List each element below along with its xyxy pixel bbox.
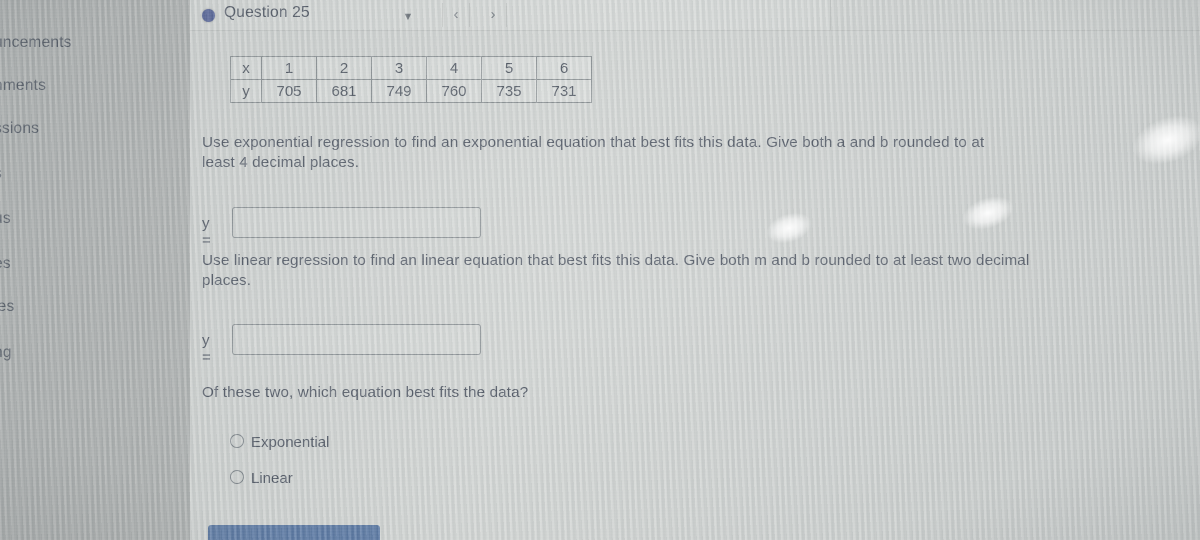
table-cell-y: 760 <box>426 79 482 103</box>
sidebar-item-syllabus[interactable]: us <box>0 210 11 228</box>
radio-circle-icon[interactable] <box>230 470 244 484</box>
previous-question-icon[interactable]: ‹ <box>442 3 470 27</box>
radio-option-linear[interactable]: Linear <box>230 470 293 487</box>
linear-answer-input[interactable] <box>232 324 481 355</box>
sidebar-item-announcements[interactable]: uncements <box>0 34 72 52</box>
radio-circle-icon[interactable] <box>230 434 244 448</box>
sidebar-item-discussions[interactable]: ssions <box>0 120 39 138</box>
sidebar-item-label: uncements <box>0 34 72 51</box>
course-sidebar: uncements nments ssions s us es les ng <box>0 0 190 540</box>
sidebar-item-settings[interactable]: ng <box>0 344 12 362</box>
sidebar-item-label: les <box>0 298 15 315</box>
table-cell-x: 5 <box>481 56 537 80</box>
sidebar-item-label: s <box>0 165 2 182</box>
data-table: x 1 2 3 4 5 6 y 705 681 749 760 735 731 <box>230 56 592 103</box>
table-cell-y: 705 <box>261 79 317 103</box>
sidebar-item-modules[interactable]: es <box>0 255 11 273</box>
sidebar-item-label: ng <box>0 344 12 361</box>
exponential-prompt-text: Use exponential regression to find an ex… <box>202 134 985 171</box>
sidebar-item-label: nments <box>0 77 47 94</box>
screen-photo: uncements nments ssions s us es les ng Q… <box>0 0 1200 540</box>
table-cell-x: 2 <box>316 56 372 80</box>
sidebar-item-files[interactable]: les <box>0 298 14 316</box>
table-cell-y: 731 <box>536 79 592 103</box>
choice-prompt-text: Of these two, which equation best fits t… <box>202 384 529 401</box>
sidebar-item-label: ssions <box>0 120 40 137</box>
exponential-answer-input[interactable] <box>232 207 481 238</box>
table-cell-y: 735 <box>481 79 537 103</box>
sidebar-item-label: es <box>0 255 11 272</box>
radio-option-exponential[interactable]: Exponential <box>230 434 329 451</box>
table-row: y 705 681 749 760 735 731 <box>230 79 592 103</box>
question-status-dot <box>202 9 215 22</box>
table-cell-x: 1 <box>261 56 317 80</box>
sidebar-item-assignments[interactable]: nments <box>0 77 46 95</box>
radio-label: Linear <box>251 470 293 487</box>
sidebar-item-label: us <box>0 210 11 227</box>
header-divider <box>190 30 1200 31</box>
sidebar-item-grades[interactable]: s <box>0 165 2 183</box>
table-cell-x: 3 <box>371 56 427 80</box>
table-header-y: y <box>230 79 262 103</box>
linear-prompt-text: Use linear regression to find an linear … <box>202 252 1030 289</box>
next-question-icon[interactable]: › <box>480 3 507 27</box>
question-title: Question 25 <box>224 4 310 21</box>
chevron-down-icon[interactable]: ▼ <box>395 5 421 29</box>
submit-button[interactable] <box>208 525 380 540</box>
question-content-panel: Question 25 ▼ ‹ › x 1 2 3 4 5 6 y 705 68… <box>190 0 1200 540</box>
table-cell-y: 681 <box>316 79 372 103</box>
question-header: Question 25 ▼ ‹ › <box>190 0 831 31</box>
radio-label: Exponential <box>251 434 330 451</box>
table-row: x 1 2 3 4 5 6 <box>230 56 592 80</box>
exponential-answer-label: y = <box>202 215 211 249</box>
table-cell-x: 4 <box>426 56 482 80</box>
table-cell-x: 6 <box>536 56 592 80</box>
linear-answer-label: y = <box>202 332 211 366</box>
table-cell-y: 749 <box>371 79 427 103</box>
table-header-x: x <box>230 56 262 80</box>
